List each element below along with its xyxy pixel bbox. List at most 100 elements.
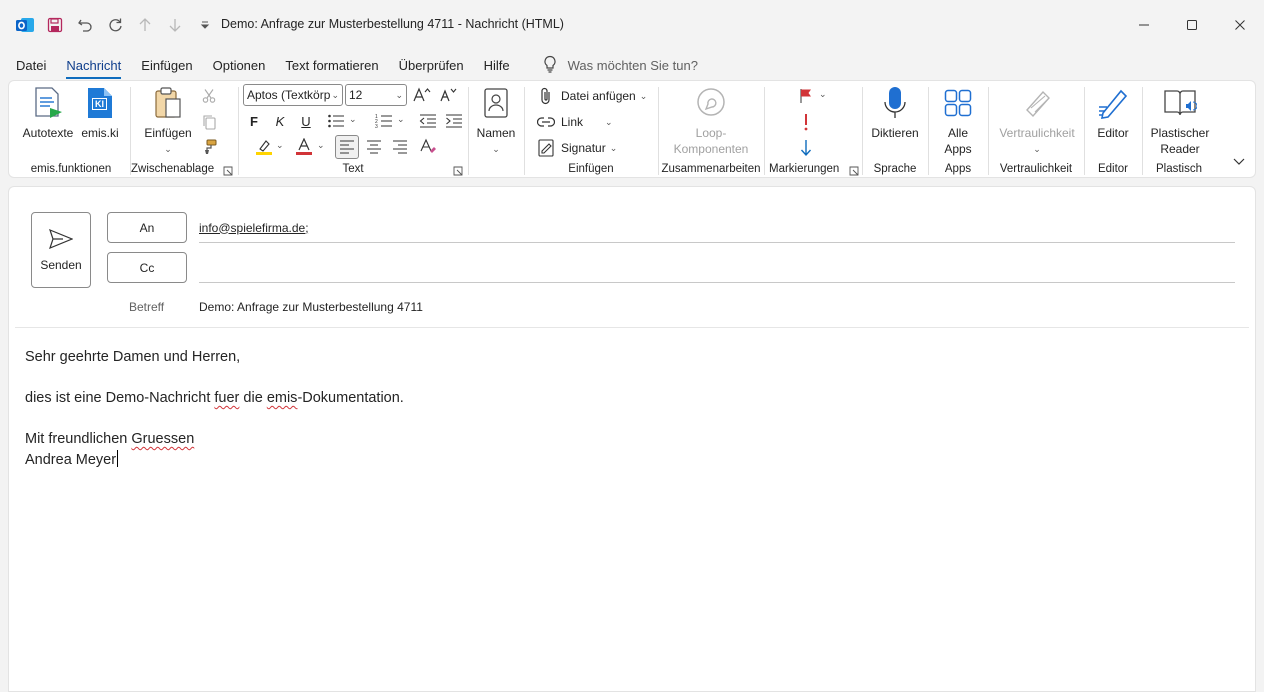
immersive-reader-label-2: Reader [1160,142,1200,156]
chevron-down-icon: ⌄ [492,144,500,154]
cc-field[interactable] [199,253,1235,283]
low-importance-icon[interactable] [795,137,817,159]
numbering-icon[interactable]: 123 [373,110,395,132]
tab-datei[interactable]: Datei [16,54,46,77]
attach-file-button[interactable]: Datei anfügen ⌄ [535,85,647,107]
high-importance-icon[interactable] [795,111,817,133]
ki-badge: KI [92,98,107,110]
subject-field[interactable]: Demo: Anfrage zur Musterbestellung 4711 [199,300,423,314]
bold-button[interactable]: F [243,110,265,132]
italic-button[interactable]: K [269,110,291,132]
align-right-icon[interactable] [389,136,411,158]
body-signature-line: Andrea Meyer [25,449,404,471]
to-recipient[interactable]: info@spielefirma.de; [199,221,309,235]
align-center-icon[interactable] [363,136,385,158]
message-body[interactable]: Sehr geehrte Damen und Herren, dies ist … [25,347,404,470]
next-item-icon[interactable] [164,14,186,36]
cc-button[interactable]: Cc [107,252,187,283]
autotexte-button[interactable]: Autotexte [23,85,73,141]
increase-indent-icon[interactable] [443,110,465,132]
copy-icon[interactable] [198,111,220,133]
paste-dropdown-icon[interactable]: ⌄ [164,141,172,157]
customize-toolbar-icon[interactable] [194,14,216,36]
grow-font-icon[interactable] [411,84,433,106]
editor-button[interactable]: Editor [1089,85,1137,141]
group-label-text: Text [342,163,364,175]
signature-button[interactable]: Signatur ⌄ [535,137,617,159]
paste-button[interactable]: Einfügen ⌄ [139,85,197,157]
decrease-indent-icon[interactable] [417,110,439,132]
loop-components-button[interactable]: Loop- Komponenten [665,85,757,157]
shrink-font-icon[interactable] [437,84,459,106]
send-label: Senden [40,257,82,272]
group-text: Aptos (Textkörp ⌄ 12 ⌄ F K U ⌄ 123 ⌄ ⌄ ⌄… [239,81,467,179]
tab-hilfe[interactable]: Hilfe [484,54,510,77]
group-emis-funktionen: Autotexte KI emis.ki emis.funktionen [13,81,129,179]
tell-me-search[interactable]: Was möchten Sie tun? [542,55,698,76]
compose-area: Senden An info@spielefirma.de; Cc Betref… [8,186,1256,692]
names-button[interactable]: Namen ⌄ [471,85,521,157]
save-icon[interactable] [44,14,66,36]
close-icon[interactable] [1216,0,1264,50]
font-color-icon[interactable] [293,136,315,158]
chevron-down-icon: ⌄ [605,116,613,127]
chevron-down-icon[interactable]: ⌄ [276,140,284,151]
ribbon-expand-icon[interactable] [1233,155,1245,169]
body-line-1: dies ist eine Demo-Nachricht fuer die em… [25,388,404,409]
to-button[interactable]: An [107,212,187,243]
chevron-down-icon[interactable]: ⌄ [317,140,325,151]
immersive-reader-label-1: Plastischer [1150,126,1210,140]
highlight-icon[interactable] [253,136,275,158]
undo-icon[interactable] [74,14,96,36]
tab-nachricht[interactable]: Nachricht [66,54,121,79]
signature-icon [535,137,557,159]
tab-optionen[interactable]: Optionen [213,54,266,77]
text-cursor [117,449,119,467]
minimize-icon[interactable] [1120,0,1168,50]
format-painter-icon[interactable] [198,136,220,158]
all-apps-button[interactable]: Alle Apps [933,85,983,157]
clipboard-launcher-icon[interactable] [223,165,233,176]
group-label-tags: Markierungen [769,163,840,175]
bullets-icon[interactable] [325,110,347,132]
editor-pen-icon [1095,85,1131,121]
cut-icon[interactable] [198,85,220,107]
emis-ki-button[interactable]: KI emis.ki [79,85,121,141]
immersive-reader-button[interactable]: Plastischer Reader [1145,85,1215,157]
flag-icon[interactable] [795,85,817,107]
underline-button[interactable]: U [295,110,317,132]
font-name-select[interactable]: Aptos (Textkörp ⌄ [243,84,343,106]
emis-ki-label: emis.ki [81,126,119,140]
dictate-button[interactable]: Diktieren [865,85,925,141]
link-button[interactable]: Link ⌄ [535,111,613,133]
font-launcher-icon[interactable] [453,165,463,176]
tab-einfuegen[interactable]: Einfügen [141,54,192,77]
font-size-select[interactable]: 12 ⌄ [345,84,407,106]
address-book-icon [478,85,514,121]
to-field[interactable]: info@spielefirma.de; [199,213,1235,243]
group-label-collaborate: Zusammenarbeiten [661,163,761,175]
chevron-down-icon[interactable]: ⌄ [397,114,405,125]
quick-access-toolbar [0,14,216,36]
body-blank-line [25,409,404,430]
chevron-down-icon[interactable]: ⌄ [349,114,357,125]
clear-formatting-icon[interactable] [417,136,439,158]
sensitivity-button[interactable]: Vertraulichkeit ⌄ [993,85,1081,157]
tab-text-formatieren[interactable]: Text formatieren [285,54,378,77]
maximize-icon[interactable] [1168,0,1216,50]
group-label-clipboard: Zwischenablage [131,163,215,175]
group-collaborate: Loop- Komponenten Zusammenarbeiten [659,81,763,179]
body-blank-line [25,368,404,389]
send-button[interactable]: Senden [31,212,91,288]
previous-item-icon[interactable] [134,14,156,36]
chevron-down-icon: ⌄ [395,89,403,100]
tab-ueberpruefen[interactable]: Überprüfen [399,54,464,77]
subject-label: Betreff [129,300,165,314]
tags-launcher-icon[interactable] [849,165,859,176]
dictate-label: Diktieren [871,126,919,140]
chevron-down-icon[interactable]: ⌄ [819,89,827,100]
spelling-error: fuer [214,390,240,406]
redo-icon[interactable] [104,14,126,36]
align-left-icon[interactable] [335,135,359,159]
apps-grid-icon [940,85,976,121]
